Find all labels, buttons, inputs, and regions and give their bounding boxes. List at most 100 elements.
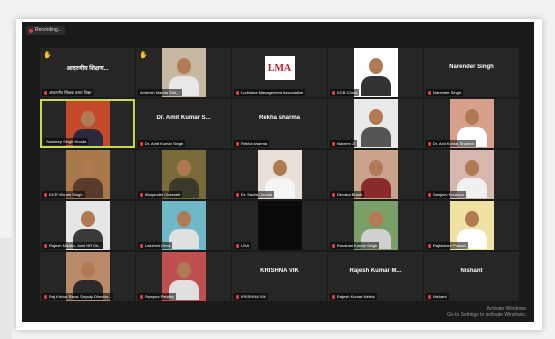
participant-name-label: Raj Kishor Rana, Deputy Director... — [42, 293, 114, 300]
muted-mic-icon — [140, 192, 143, 197]
participant-tile[interactable]: KRISHNA VIK KRISHNA VIK — [232, 252, 327, 301]
participant-name-label: Sandeep Singh Hooda — [44, 138, 89, 145]
muted-mic-icon — [44, 243, 47, 248]
participant-tile[interactable]: Rajesh Kumar M... Rajesh Kumar Mehta — [328, 252, 423, 301]
participant-label-text: Naveen Ji — [337, 141, 355, 146]
participant-tile[interactable]: DCB Choro — [328, 48, 423, 97]
participant-name-label: आदरणीय शिक्षक प्रसार शिक्षा — [42, 89, 94, 96]
participant-display-name: Rajesh Kumar M... — [349, 268, 402, 274]
participant-name-label: Devaka Bharti — [330, 191, 365, 198]
muted-mic-icon — [44, 90, 47, 95]
person-head — [272, 160, 287, 176]
participant-tile[interactable]: ✋ Ambrish Manna Shri... — [136, 48, 231, 97]
muted-mic-icon — [44, 294, 47, 299]
muted-mic-icon — [332, 192, 335, 197]
participant-name-label: Rajesh Kumar Mehta — [330, 293, 377, 300]
participant-tile[interactable]: Roushan Kumar Singh — [328, 201, 423, 250]
muted-mic-icon — [236, 141, 239, 146]
muted-mic-icon — [236, 90, 239, 95]
person-head — [368, 58, 383, 74]
participant-tile[interactable]: Rekha sharma Rekha sharma — [232, 99, 327, 148]
participant-name-label: Rajkishore Prasad — [426, 242, 468, 249]
participant-video — [353, 99, 398, 148]
participant-label-text: Sandeep Singh Hooda — [46, 139, 87, 144]
participant-tile[interactable]: DCR Vikram Singh — [40, 150, 135, 199]
participant-label-text: Raj Kishor Rana, Deputy Director... — [49, 294, 112, 299]
participant-display-name: Dr. Amit Kumar S... — [156, 115, 211, 121]
participant-name-label: Swapna Pandey — [138, 293, 177, 300]
participant-label-text: Devaka Bharti — [337, 192, 363, 197]
participant-tile[interactable]: Raj Kishor Rana, Deputy Director... — [40, 252, 135, 301]
participant-display-name: Nishant — [460, 268, 483, 274]
participant-label-text: Lakshmi Deva — [145, 243, 171, 248]
participant-tile[interactable]: Dr. Amit Kumar S... Dr. Amit Kumar Singh — [136, 99, 231, 148]
participant-name-label: Dr. Sachin Kumar — [234, 191, 275, 198]
organization-logo: LMA — [264, 56, 295, 80]
person-head — [80, 211, 95, 227]
participant-tile[interactable]: USA — [232, 201, 327, 250]
participant-name-label: Dr. Anil Kumar Sharma — [426, 140, 476, 147]
record-dot-icon — [29, 28, 33, 33]
person-body — [360, 178, 391, 198]
participant-tile[interactable]: Narender Singh Narender Singh — [424, 48, 519, 97]
muted-mic-icon — [332, 294, 335, 299]
participant-name-label: Bhupinder Cheeseit — [138, 191, 183, 198]
participant-tile[interactable]: Swapna Pandey — [136, 252, 231, 301]
participant-name-label: Dr. Amit Kumar Singh — [138, 140, 186, 147]
participant-display-name: आदरणीय शिक्षण... — [66, 66, 109, 72]
person-head — [80, 262, 95, 278]
participant-label-text: USA — [241, 243, 250, 248]
participant-name-label: Rajesh Mishra, Joint HR Dir... — [42, 242, 104, 249]
windows-activation-watermark: Activate Windows Go to Settings to activ… — [447, 306, 526, 318]
participant-tile[interactable]: Lakshmi Deva — [136, 201, 231, 250]
participant-label-text: Narender Singh — [433, 90, 462, 95]
participant-name-label: DCR Vikram Singh — [42, 191, 85, 198]
participant-tile[interactable]: Rajkishore Prasad — [424, 201, 519, 250]
participant-name-label: Narender Singh — [426, 89, 464, 96]
person-body — [360, 76, 391, 96]
participant-label-text: Dr. Anil Kumar Sharma — [433, 141, 474, 146]
participant-label-text: Nishant — [433, 294, 447, 299]
participant-name-label: USA — [234, 242, 252, 249]
participant-label-text: Rajesh Kumar Mehta — [337, 294, 375, 299]
muted-mic-icon — [428, 141, 431, 146]
muted-mic-icon — [332, 141, 335, 146]
recording-indicator[interactable]: Recording... — [26, 26, 65, 35]
muted-mic-icon — [236, 294, 239, 299]
participant-name-label: Nishant — [426, 293, 449, 300]
participant-label-text: Dr. Amit Kumar Singh — [145, 141, 184, 146]
recording-label: Recording... — [35, 27, 62, 33]
person-head — [368, 109, 383, 125]
person-head — [80, 111, 95, 127]
participant-tile[interactable]: Sanjeev Khushoo — [424, 150, 519, 199]
person-head — [176, 160, 191, 176]
participant-tile[interactable]: Naveen Ji — [328, 99, 423, 148]
muted-mic-icon — [140, 141, 143, 146]
person-body — [168, 229, 199, 249]
participant-tile[interactable]: Nishant Nishant — [424, 252, 519, 301]
participant-tile[interactable]: Dr. Anil Kumar Sharma — [424, 99, 519, 148]
participant-tile[interactable]: Sandeep Singh Hooda — [40, 99, 135, 148]
participant-name-label: Roushan Kumar Singh — [330, 242, 380, 249]
participant-tile[interactable]: Rajesh Mishra, Joint HR Dir... — [40, 201, 135, 250]
participant-video — [353, 48, 398, 97]
participant-label-text: DCR Vikram Singh — [49, 192, 83, 197]
participant-tile[interactable]: Devaka Bharti — [328, 150, 423, 199]
participant-name-label: KRISHNA VIK — [234, 293, 269, 300]
participant-name-label: Lakshmi Deva — [138, 242, 173, 249]
participant-tile[interactable]: Bhupinder Cheeseit — [136, 150, 231, 199]
participant-tile[interactable]: LMA Ludhiana Management Association — [232, 48, 327, 97]
participant-tile[interactable]: आदरणीय शिक्षण... ✋ आदरणीय शिक्षक प्रसार शि… — [40, 48, 135, 97]
participant-display-name: Narender Singh — [449, 64, 494, 70]
participant-display-name: KRISHNA VIK — [260, 268, 299, 274]
watermark-line-2: Go to Settings to activate Windows. — [447, 312, 526, 318]
person-head — [176, 262, 191, 278]
person-body — [360, 127, 391, 147]
participant-name-label: Rekha sharma — [234, 140, 270, 147]
person-head — [464, 160, 479, 176]
participant-name-label: Naveen Ji — [330, 140, 357, 147]
participant-tile[interactable]: Dr. Sachin Kumar — [232, 150, 327, 199]
muted-mic-icon — [44, 192, 47, 197]
muted-mic-icon — [428, 294, 431, 299]
participant-name-label: Sanjeev Khushoo — [426, 191, 467, 198]
